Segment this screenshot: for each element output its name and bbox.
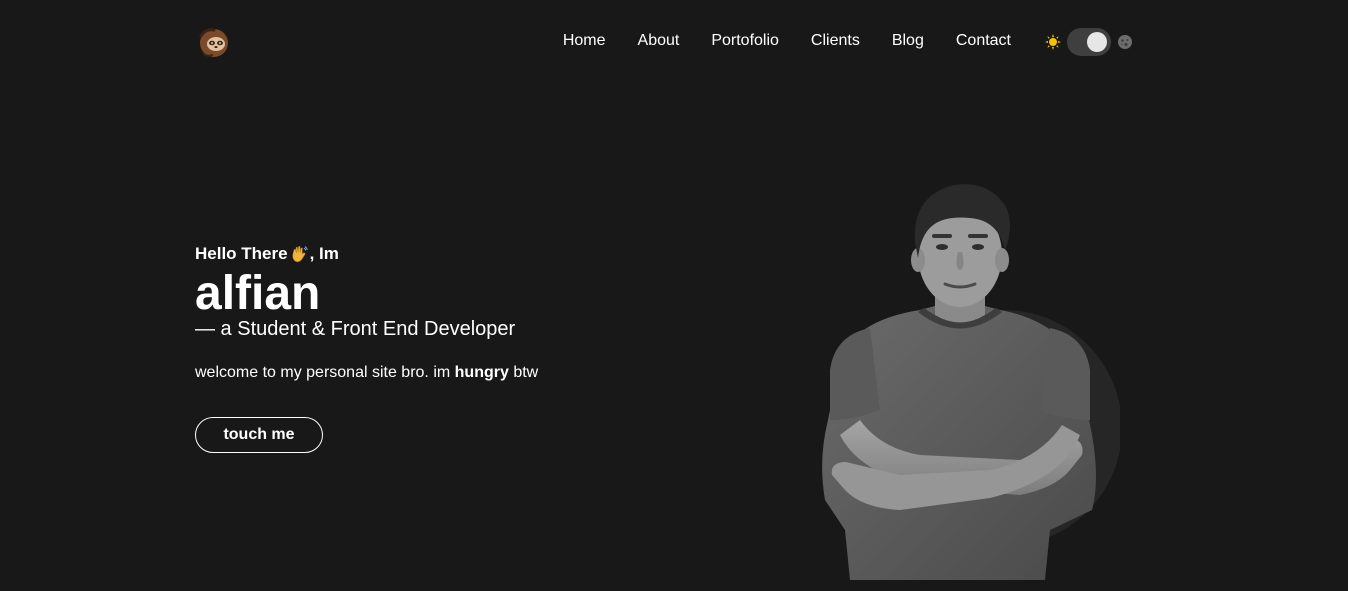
sun-icon: [1045, 34, 1061, 50]
hero-role: — a Student & Front End Developer: [195, 318, 516, 340]
profile-photo: [822, 184, 1120, 580]
sloth-logo-icon[interactable]: [196, 24, 232, 60]
moon-icon: [1118, 35, 1132, 49]
greeting-suffix: , Im: [309, 244, 339, 263]
hero-greeting: Hello There , Im: [195, 242, 538, 266]
nav-link-clients[interactable]: Clients: [811, 30, 860, 52]
page: Home About Portofolio Clients Blog Conta…: [0, 0, 1348, 591]
portrait-eye-right: [972, 244, 984, 250]
nav-link-blog[interactable]: Blog: [892, 30, 924, 52]
portrait-ear-right: [995, 248, 1009, 272]
nav-link-portofolio[interactable]: Portofolio: [711, 30, 779, 52]
tagline-bold: hungry: [454, 364, 509, 381]
theme-switch[interactable]: [1067, 28, 1111, 56]
hero-name: alfian: [195, 267, 321, 320]
portrait-eye-left: [936, 244, 948, 250]
nav-link-contact[interactable]: Contact: [956, 30, 1011, 52]
greeting-text: Hello There: [195, 244, 288, 263]
main-nav: Home About Portofolio Clients Blog Conta…: [563, 30, 1011, 52]
waving-hand-icon: [292, 246, 308, 263]
tagline-text: welcome to my personal site bro. im: [195, 364, 455, 381]
portrait-nose: [956, 252, 964, 270]
theme-switch-knob: [1087, 32, 1107, 52]
tagline-end: btw: [508, 364, 539, 381]
theme-toggle: [1045, 28, 1133, 56]
touch-me-button[interactable]: touch me: [195, 417, 323, 453]
portrait-brow-left: [932, 234, 952, 238]
hero-tagline: welcome to my personal site bro. im hung…: [195, 362, 538, 384]
portrait-brow-right: [968, 234, 988, 238]
nav-link-home[interactable]: Home: [563, 30, 606, 52]
hero-section: Hello There , Im alfian — a Student & Fr…: [195, 242, 538, 453]
nav-link-about[interactable]: About: [638, 30, 680, 52]
